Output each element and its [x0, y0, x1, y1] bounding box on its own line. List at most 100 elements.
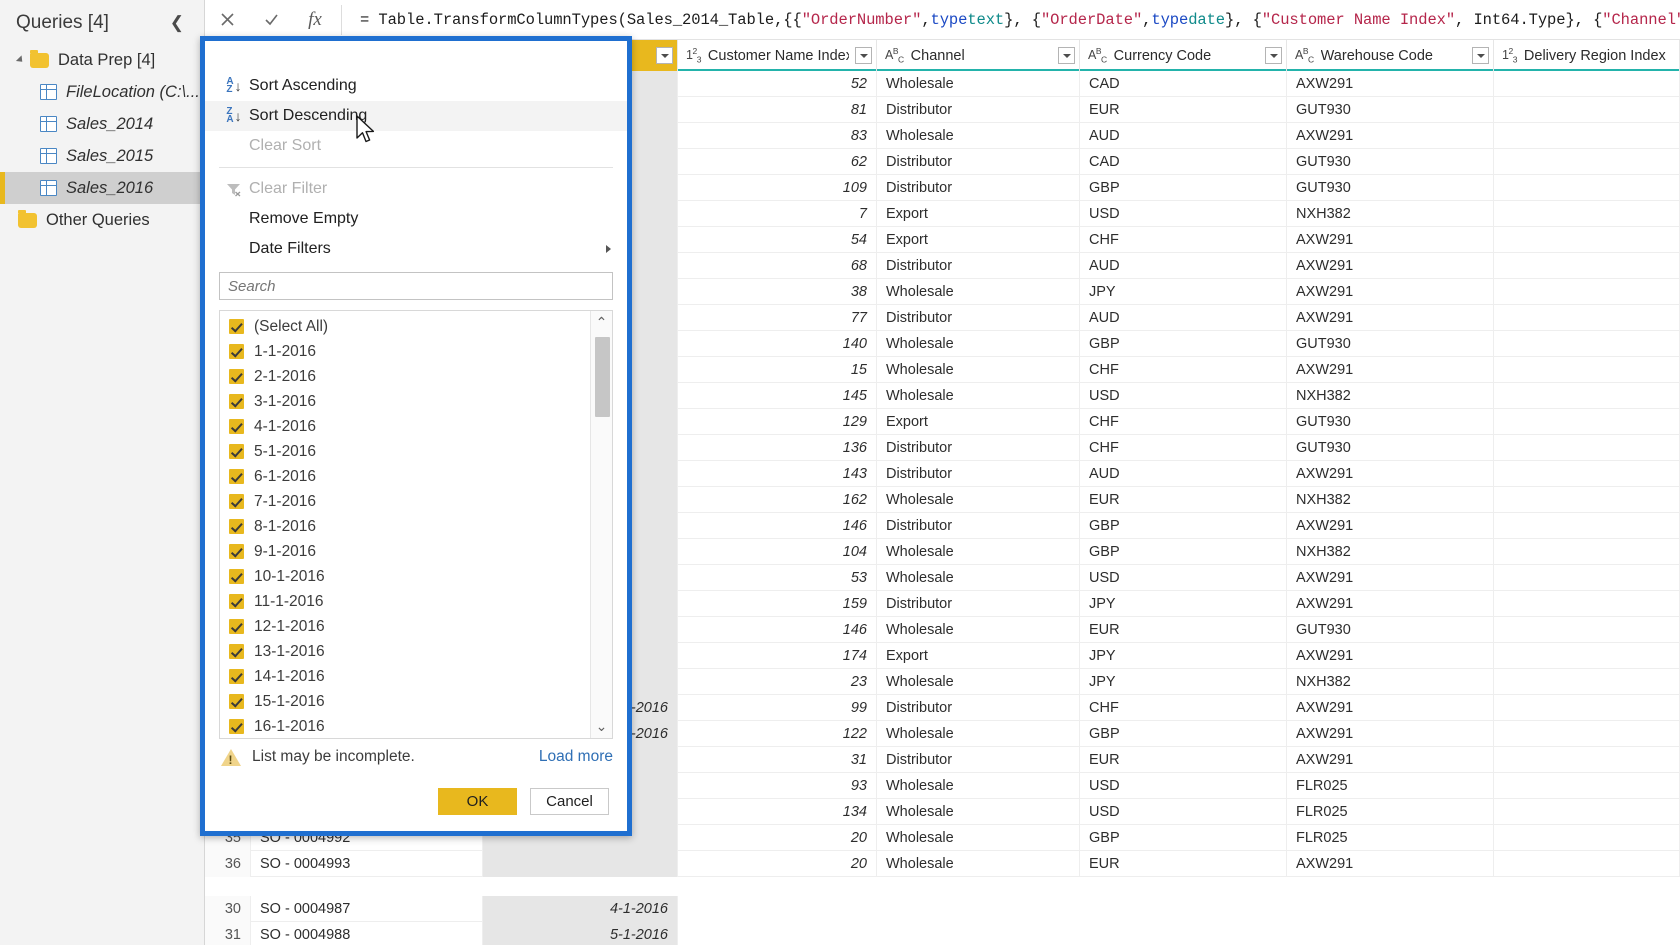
table-cell-warehouse-code[interactable]: FLR025: [1287, 825, 1494, 851]
column-header-channel[interactable]: ABC Channel: [877, 40, 1080, 71]
table-cell-delivery-region-index[interactable]: [1494, 97, 1680, 123]
close-icon[interactable]: [205, 0, 249, 40]
table-cell-customer-name-index[interactable]: 52: [678, 71, 877, 97]
expand-triangle-icon[interactable]: [15, 55, 26, 65]
table-cell-delivery-region-index[interactable]: [1494, 461, 1680, 487]
table-cell-customer-name-index[interactable]: 15: [678, 357, 877, 383]
table-cell-delivery-region-index[interactable]: [1494, 513, 1680, 539]
table-cell-delivery-region-index[interactable]: [1494, 227, 1680, 253]
table-cell-currency-code[interactable]: CHF: [1080, 695, 1287, 721]
table-cell-currency-code[interactable]: EUR: [1080, 97, 1287, 123]
table-cell-channel[interactable]: Distributor: [877, 149, 1080, 175]
menu-item-remove-empty[interactable]: Remove Empty: [205, 204, 627, 234]
table-cell-currency-code[interactable]: JPY: [1080, 669, 1287, 695]
table-cell-delivery-region-index[interactable]: [1494, 825, 1680, 851]
table-cell-order-number[interactable]: SO - 0004988: [251, 922, 483, 945]
search-input[interactable]: [219, 272, 613, 300]
formula-input[interactable]: = Table.TransformColumnTypes(Sales_2014_…: [346, 0, 1680, 40]
table-cell-delivery-region-index[interactable]: [1494, 643, 1680, 669]
table-cell-channel[interactable]: Distributor: [877, 305, 1080, 331]
table-cell-currency-code[interactable]: JPY: [1080, 591, 1287, 617]
table-cell-warehouse-code[interactable]: NXH382: [1287, 383, 1494, 409]
queries-tree-item-sales-2014[interactable]: Sales_2014: [0, 108, 204, 140]
table-cell-index[interactable]: 36: [205, 851, 251, 877]
table-cell-customer-name-index[interactable]: 93: [678, 773, 877, 799]
table-cell-customer-name-index[interactable]: 83: [678, 123, 877, 149]
table-cell-warehouse-code[interactable]: AXW291: [1287, 71, 1494, 97]
table-cell-currency-code[interactable]: EUR: [1080, 851, 1287, 877]
filter-value-item[interactable]: 6-1-2016: [220, 464, 590, 489]
table-cell-channel[interactable]: Distributor: [877, 97, 1080, 123]
table-cell-warehouse-code[interactable]: NXH382: [1287, 669, 1494, 695]
table-cell-currency-code[interactable]: AUD: [1080, 461, 1287, 487]
table-cell-delivery-region-index[interactable]: [1494, 201, 1680, 227]
table-cell-customer-name-index[interactable]: 54: [678, 227, 877, 253]
table-cell-customer-name-index[interactable]: 143: [678, 461, 877, 487]
table-cell-channel[interactable]: Wholesale: [877, 851, 1080, 877]
table-cell-channel[interactable]: Wholesale: [877, 825, 1080, 851]
table-cell-customer-name-index[interactable]: 20: [678, 851, 877, 877]
table-cell-customer-name-index[interactable]: 7: [678, 201, 877, 227]
table-cell-channel[interactable]: Wholesale: [877, 617, 1080, 643]
table-cell-customer-name-index[interactable]: 122: [678, 721, 877, 747]
table-cell-currency-code[interactable]: EUR: [1080, 617, 1287, 643]
table-cell-warehouse-code[interactable]: AXW291: [1287, 591, 1494, 617]
table-cell-customer-name-index[interactable]: 81: [678, 97, 877, 123]
table-cell-channel[interactable]: Wholesale: [877, 539, 1080, 565]
table-cell-currency-code[interactable]: EUR: [1080, 747, 1287, 773]
filter-value-item[interactable]: 13-1-2016: [220, 639, 590, 664]
table-cell-warehouse-code[interactable]: AXW291: [1287, 253, 1494, 279]
checkbox-checked-icon[interactable]: [229, 594, 244, 609]
table-row[interactable]: 31 SO - 0004988 5-1-2016: [205, 922, 678, 945]
chevron-left-icon[interactable]: ❮: [164, 13, 190, 33]
table-cell-customer-name-index[interactable]: 129: [678, 409, 877, 435]
column-filter-button-channel[interactable]: [1058, 47, 1075, 64]
table-cell-currency-code[interactable]: JPY: [1080, 643, 1287, 669]
filter-value-item[interactable]: (Select All): [220, 314, 590, 339]
table-row[interactable]: 30 SO - 0004987 4-1-2016: [205, 896, 678, 922]
table-cell-channel[interactable]: Distributor: [877, 253, 1080, 279]
table-cell-channel[interactable]: Wholesale: [877, 799, 1080, 825]
table-cell-currency-code[interactable]: GBP: [1080, 721, 1287, 747]
table-cell-currency-code[interactable]: EUR: [1080, 487, 1287, 513]
table-cell-currency-code[interactable]: CHF: [1080, 409, 1287, 435]
checkbox-checked-icon[interactable]: [229, 519, 244, 534]
table-cell-warehouse-code[interactable]: AXW291: [1287, 643, 1494, 669]
table-cell-delivery-region-index[interactable]: [1494, 279, 1680, 305]
table-cell-warehouse-code[interactable]: AXW291: [1287, 305, 1494, 331]
table-cell-warehouse-code[interactable]: GUT930: [1287, 175, 1494, 201]
table-row[interactable]: 36 SO - 0004993 20 Wholesale EUR AXW291: [205, 851, 1680, 877]
table-cell-currency-code[interactable]: CHF: [1080, 435, 1287, 461]
table-cell-warehouse-code[interactable]: NXH382: [1287, 201, 1494, 227]
table-cell-channel[interactable]: Wholesale: [877, 773, 1080, 799]
table-cell-channel[interactable]: Wholesale: [877, 383, 1080, 409]
table-cell-warehouse-code[interactable]: AXW291: [1287, 513, 1494, 539]
filter-value-item[interactable]: 8-1-2016: [220, 514, 590, 539]
table-cell-customer-name-index[interactable]: 38: [678, 279, 877, 305]
filter-value-item[interactable]: 2-1-2016: [220, 364, 590, 389]
filter-value-item[interactable]: 4-1-2016: [220, 414, 590, 439]
table-cell-warehouse-code[interactable]: FLR025: [1287, 773, 1494, 799]
table-cell-customer-name-index[interactable]: 146: [678, 617, 877, 643]
table-cell-delivery-region-index[interactable]: [1494, 721, 1680, 747]
column-header-warehouse-code[interactable]: ABC Warehouse Code: [1287, 40, 1494, 71]
checkbox-checked-icon[interactable]: [229, 669, 244, 684]
table-cell-warehouse-code[interactable]: NXH382: [1287, 487, 1494, 513]
table-cell-channel[interactable]: Distributor: [877, 435, 1080, 461]
table-cell-channel[interactable]: Export: [877, 643, 1080, 669]
table-cell-warehouse-code[interactable]: AXW291: [1287, 357, 1494, 383]
filter-value-item[interactable]: 1-1-2016: [220, 339, 590, 364]
table-cell-warehouse-code[interactable]: AXW291: [1287, 123, 1494, 149]
table-cell-warehouse-code[interactable]: FLR025: [1287, 799, 1494, 825]
checkbox-checked-icon[interactable]: [229, 369, 244, 384]
table-cell-customer-name-index[interactable]: 99: [678, 695, 877, 721]
table-cell-customer-name-index[interactable]: 136: [678, 435, 877, 461]
table-cell-channel[interactable]: Wholesale: [877, 565, 1080, 591]
table-cell-delivery-region-index[interactable]: [1494, 409, 1680, 435]
checkbox-checked-icon[interactable]: [229, 544, 244, 559]
table-cell-customer-name-index[interactable]: 20: [678, 825, 877, 851]
table-cell-currency-code[interactable]: USD: [1080, 383, 1287, 409]
table-cell-currency-code[interactable]: USD: [1080, 565, 1287, 591]
table-cell-channel[interactable]: Wholesale: [877, 357, 1080, 383]
table-cell-channel[interactable]: Distributor: [877, 175, 1080, 201]
